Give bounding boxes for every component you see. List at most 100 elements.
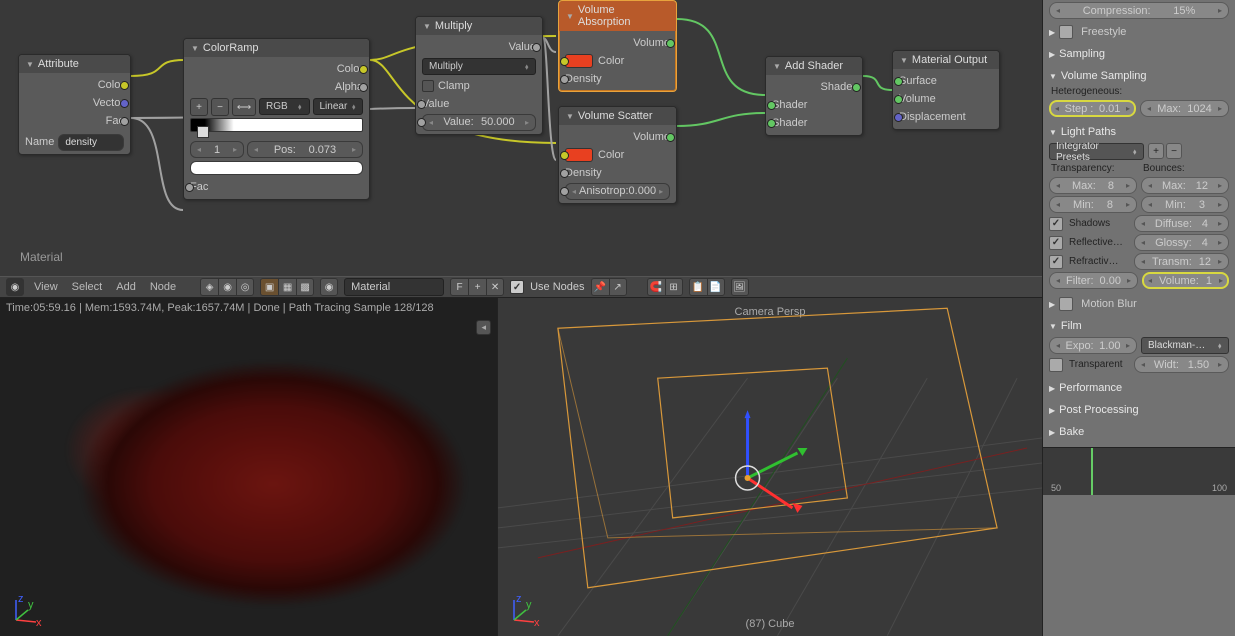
socket-shader-in1[interactable]: [767, 101, 776, 110]
socket-density-in[interactable]: [560, 169, 569, 178]
filter-glossy-field[interactable]: Filter:0.00: [1049, 272, 1138, 289]
data-type-tabs[interactable]: ▣ ▦ ▩: [260, 278, 314, 296]
transparent-film-checkbox[interactable]: [1049, 358, 1063, 372]
backdrop-button[interactable]: 🖼: [731, 278, 749, 296]
socket-value-in2[interactable]: [417, 118, 426, 127]
socket-color[interactable]: [359, 65, 368, 74]
editor-type-icon[interactable]: ◉: [6, 278, 24, 296]
socket-alpha[interactable]: [359, 83, 368, 92]
playhead[interactable]: [1091, 448, 1093, 495]
shader-type-tabs[interactable]: ◈ ◉ ◎: [200, 278, 254, 296]
world-shader-icon[interactable]: ◉: [218, 278, 236, 296]
step-size-field[interactable]: Step :0.01: [1049, 100, 1136, 117]
refractive-checkbox[interactable]: [1049, 255, 1063, 269]
max-steps-field[interactable]: Max:1024: [1140, 100, 1229, 117]
unlink-button[interactable]: ✕: [486, 278, 504, 296]
socket-disp-in[interactable]: [894, 113, 903, 122]
panel-post-processing[interactable]: Post Processing: [1049, 401, 1229, 419]
menu-add[interactable]: Add: [112, 281, 140, 293]
node-title[interactable]: Multiply: [416, 17, 542, 35]
socket-surface-in[interactable]: [894, 77, 903, 86]
node-material-output[interactable]: Material Output Surface Volume Displacem…: [892, 50, 1000, 130]
snap-button[interactable]: 🧲: [647, 278, 665, 296]
panel-freestyle[interactable]: Freestyle: [1049, 23, 1229, 41]
node-title[interactable]: Add Shader: [766, 57, 862, 75]
node-title[interactable]: Material Output: [893, 51, 999, 69]
texture-tab-icon[interactable]: ▩: [296, 278, 314, 296]
socket-color-in[interactable]: [560, 57, 569, 66]
material-select[interactable]: Material: [344, 278, 444, 296]
copy-button[interactable]: 📋: [689, 278, 707, 296]
new-material-button[interactable]: +: [468, 278, 486, 296]
stop-color[interactable]: [190, 161, 363, 175]
transp-min-field[interactable]: Min:8: [1049, 196, 1137, 213]
remove-stop-button[interactable]: −: [211, 98, 229, 116]
pin-button[interactable]: 📌: [591, 278, 609, 296]
panel-bake[interactable]: Bake: [1049, 423, 1229, 441]
node-math[interactable]: Multiply Value Multiply Clamp Value Valu…: [415, 16, 543, 135]
parent-button[interactable]: ↗: [609, 278, 627, 296]
node-volume-scatter[interactable]: Volume Scatter Volume Color Density Anis…: [558, 106, 677, 204]
gradient-editor[interactable]: [190, 118, 363, 132]
socket-density-in[interactable]: [560, 75, 569, 84]
motion-blur-checkbox[interactable]: [1059, 297, 1073, 311]
material-tab-icon[interactable]: ▣: [260, 278, 278, 296]
compression-field[interactable]: Compression:15%: [1049, 2, 1229, 19]
socket-aniso-in[interactable]: [560, 187, 569, 196]
preset-remove-button[interactable]: −: [1166, 143, 1182, 159]
bounces-min-field[interactable]: Min:3: [1141, 196, 1229, 213]
mode-dropdown[interactable]: RGB: [259, 98, 310, 115]
properties-panel[interactable]: Compression:15% Freestyle Sampling Volum…: [1042, 0, 1235, 636]
value-input[interactable]: Value:50.000: [422, 114, 536, 131]
volume-bounces-field[interactable]: Volume:1: [1142, 272, 1229, 289]
color-swatch[interactable]: [565, 148, 593, 162]
panel-volume-sampling[interactable]: Volume Sampling: [1049, 67, 1229, 85]
node-editor[interactable]: Attribute Color Vector Fac Name density …: [0, 0, 1042, 276]
menu-select[interactable]: Select: [68, 281, 107, 293]
timeline[interactable]: 50 100: [1043, 447, 1235, 495]
panel-film[interactable]: Film: [1049, 317, 1229, 335]
exposure-field[interactable]: Expo:1.00: [1049, 337, 1137, 354]
socket-value-in1[interactable]: [417, 100, 426, 109]
diffuse-bounces-field[interactable]: Diffuse:4: [1134, 215, 1229, 232]
snap-type-button[interactable]: ⊞: [665, 278, 683, 296]
material-picker-icon[interactable]: ◉: [320, 278, 338, 296]
anisotropy-input[interactable]: Anisotrop:0.000: [565, 183, 670, 200]
socket-volume-in[interactable]: [894, 95, 903, 104]
transp-max-field[interactable]: Max:8: [1049, 177, 1137, 194]
node-title[interactable]: Volume Scatter: [559, 107, 676, 125]
socket-fac[interactable]: [120, 117, 129, 126]
clamp-checkbox[interactable]: [422, 80, 434, 92]
use-nodes-checkbox[interactable]: ✓: [510, 280, 524, 294]
paste-button[interactable]: 📄: [707, 278, 725, 296]
compositing-tab-icon[interactable]: ▦: [278, 278, 296, 296]
interp-dropdown[interactable]: Linear: [313, 98, 364, 115]
node-title[interactable]: ColorRamp: [184, 39, 369, 57]
color-swatch[interactable]: [565, 54, 593, 68]
socket-fac-in[interactable]: [185, 183, 194, 192]
line-shader-icon[interactable]: ◎: [236, 278, 254, 296]
socket-shader-in2[interactable]: [767, 119, 776, 128]
transmission-bounces-field[interactable]: Transm:12: [1134, 253, 1229, 270]
socket-vector[interactable]: [120, 99, 129, 108]
menu-node[interactable]: Node: [146, 281, 180, 293]
panel-performance[interactable]: Performance: [1049, 379, 1229, 397]
node-title[interactable]: Volume Absorption: [559, 1, 676, 31]
attribute-name-input[interactable]: density: [58, 134, 124, 151]
socket-color-in[interactable]: [560, 151, 569, 160]
node-title[interactable]: Attribute: [19, 55, 130, 73]
panel-sampling[interactable]: Sampling: [1049, 45, 1229, 63]
socket-value-out[interactable]: [532, 43, 541, 52]
render-result-view[interactable]: Time:05:59.16 | Mem:1593.74M, Peak:1657.…: [0, 298, 497, 636]
socket-volume-out[interactable]: [666, 133, 675, 142]
integrator-presets-dropdown[interactable]: Integrator Presets: [1049, 143, 1144, 160]
object-shader-icon[interactable]: ◈: [200, 278, 218, 296]
node-attribute[interactable]: Attribute Color Vector Fac Name density: [18, 54, 131, 155]
socket-volume-out[interactable]: [666, 39, 675, 48]
socket-shader-out[interactable]: [852, 83, 861, 92]
freestyle-checkbox[interactable]: [1059, 25, 1073, 39]
node-volume-absorption[interactable]: Volume Absorption Volume Color Density: [558, 0, 677, 92]
3d-viewport[interactable]: Camera Persp z x y (87) Cube: [497, 298, 1042, 636]
menu-view[interactable]: View: [30, 281, 62, 293]
filter-width-field[interactable]: Widt:1.50: [1134, 356, 1229, 373]
